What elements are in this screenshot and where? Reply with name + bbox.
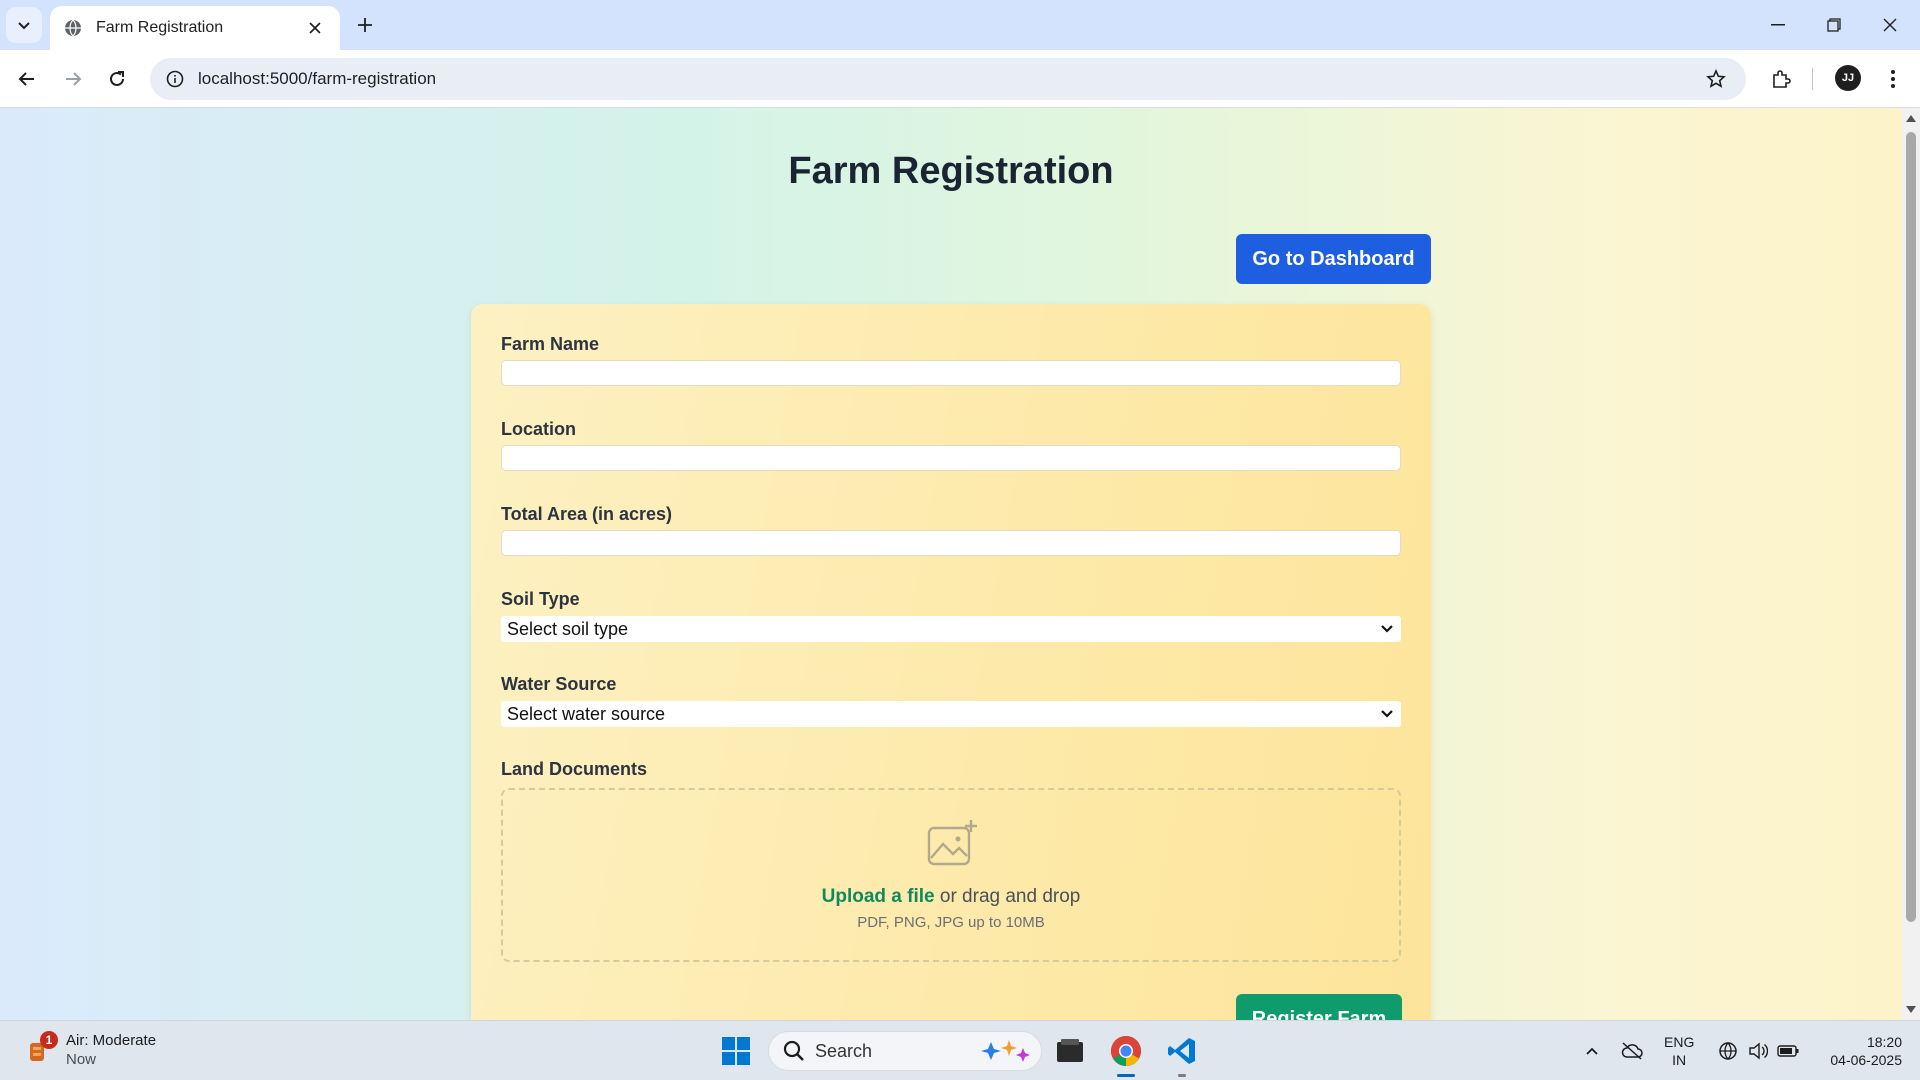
page-title: Farm Registration xyxy=(788,150,1114,192)
upload-file-link[interactable]: Upload a file xyxy=(822,886,935,907)
page-viewport: Farm Registration Go to Dashboard Farm N… xyxy=(0,108,1902,1020)
volume-icon[interactable] xyxy=(1746,1039,1770,1063)
total-area-input[interactable] xyxy=(501,530,1401,556)
scroll-up-icon[interactable] xyxy=(1905,112,1917,124)
water-source-selected: Select water source xyxy=(507,703,666,724)
toolbar-separator xyxy=(1812,68,1813,90)
register-farm-button[interactable]: Register Farm xyxy=(1236,994,1402,1020)
scroll-thumb[interactable] xyxy=(1906,132,1916,922)
chevron-up-icon[interactable] xyxy=(1580,1039,1604,1063)
lang-secondary: IN xyxy=(1672,1052,1687,1068)
soil-type-selected: Select soil type xyxy=(507,618,629,639)
soil-type-select[interactable]: Select soil type xyxy=(501,616,1401,642)
battery-icon[interactable] xyxy=(1776,1039,1800,1063)
clock-time: 18:20 xyxy=(1866,1034,1902,1050)
browser-tab-active[interactable]: Farm Registration xyxy=(50,6,340,50)
farm-name-input[interactable] xyxy=(501,360,1401,386)
close-icon[interactable] xyxy=(304,17,326,39)
minimize-icon[interactable] xyxy=(1750,0,1806,50)
globe-favicon-icon xyxy=(65,19,81,37)
search-icon xyxy=(783,1040,804,1061)
image-upload-icon xyxy=(927,820,977,866)
vscode-icon[interactable] xyxy=(1162,1031,1202,1071)
address-bar[interactable]: localhost:5000/farm-registration xyxy=(150,58,1746,100)
cloud-off-icon[interactable] xyxy=(1620,1039,1644,1063)
browser-toolbar: localhost:5000/farm-registration xyxy=(0,50,1920,108)
weather-subtitle: Now xyxy=(66,1051,97,1068)
search-label: Search xyxy=(815,1040,873,1061)
farm-name-label: Farm Name xyxy=(501,334,600,354)
scroll-down-icon[interactable] xyxy=(1905,1004,1917,1016)
page-scrollbar[interactable] xyxy=(1902,108,1920,1020)
taskbar-search-box[interactable]: Search xyxy=(768,1031,1042,1071)
tab-list-icon[interactable] xyxy=(6,7,42,43)
copilot-icon xyxy=(981,1040,1030,1062)
browser-tab-bar: Farm Registration xyxy=(0,0,1920,50)
chevron-down-icon xyxy=(1379,706,1395,722)
soil-type-label: Soil Type xyxy=(501,589,580,609)
registration-form-card: Farm Name Location Total Area (in acres)… xyxy=(471,304,1431,1020)
location-input[interactable] xyxy=(501,445,1401,471)
forward-icon[interactable] xyxy=(56,62,90,96)
chrome-icon[interactable] xyxy=(1106,1031,1146,1071)
running-app-indicator xyxy=(1178,1074,1186,1077)
weather-badge: 1 xyxy=(40,1031,58,1049)
lang-primary: ENG xyxy=(1664,1034,1695,1050)
windows-taskbar: 1 Air: Moderate Now Search ENG IN 18:20 … xyxy=(0,1020,1920,1080)
extensions-icon[interactable] xyxy=(1764,62,1798,96)
water-source-label: Water Source xyxy=(501,674,617,694)
star-icon[interactable] xyxy=(1704,67,1728,91)
windows-start-icon[interactable] xyxy=(716,1031,756,1071)
language-indicator[interactable]: ENG IN xyxy=(1664,1033,1694,1069)
url-text[interactable]: localhost:5000/farm-registration xyxy=(198,69,1704,89)
back-icon[interactable] xyxy=(10,62,44,96)
go-to-dashboard-button[interactable]: Go to Dashboard xyxy=(1236,234,1431,284)
info-icon[interactable] xyxy=(164,68,186,90)
weather-widget[interactable]: 1 Air: Moderate Now xyxy=(24,1031,156,1069)
tab-title: Farm Registration xyxy=(96,19,224,36)
location-label: Location xyxy=(501,419,576,439)
profile-avatar[interactable]: JJ xyxy=(1835,65,1861,91)
drag-drop-text: or drag and drop xyxy=(939,886,1081,907)
plus-icon[interactable] xyxy=(350,10,380,40)
weather-title: Air: Moderate xyxy=(66,1032,157,1049)
file-explorer-icon[interactable] xyxy=(1050,1031,1090,1071)
air-quality-icon: 1 xyxy=(24,1031,58,1065)
upload-instructions: Upload a file or drag and drop xyxy=(503,886,1399,908)
clock-date: 04-06-2025 xyxy=(1830,1052,1902,1068)
window-close-icon[interactable] xyxy=(1862,0,1918,50)
active-app-indicator xyxy=(1117,1074,1135,1077)
reload-icon[interactable] xyxy=(100,62,134,96)
more-icon[interactable] xyxy=(1876,62,1910,96)
network-icon[interactable] xyxy=(1716,1039,1740,1063)
land-documents-label: Land Documents xyxy=(501,759,648,779)
total-area-label: Total Area (in acres) xyxy=(501,504,673,524)
upload-hint: PDF, PNG, JPG up to 10MB xyxy=(857,914,1045,931)
file-dropzone[interactable]: Upload a file or drag and drop PDF, PNG,… xyxy=(501,788,1401,962)
system-clock[interactable]: 18:20 04-06-2025 xyxy=(1812,1033,1902,1069)
water-source-select[interactable]: Select water source xyxy=(501,701,1401,727)
chevron-down-icon xyxy=(1379,621,1395,637)
restore-icon[interactable] xyxy=(1806,0,1862,50)
